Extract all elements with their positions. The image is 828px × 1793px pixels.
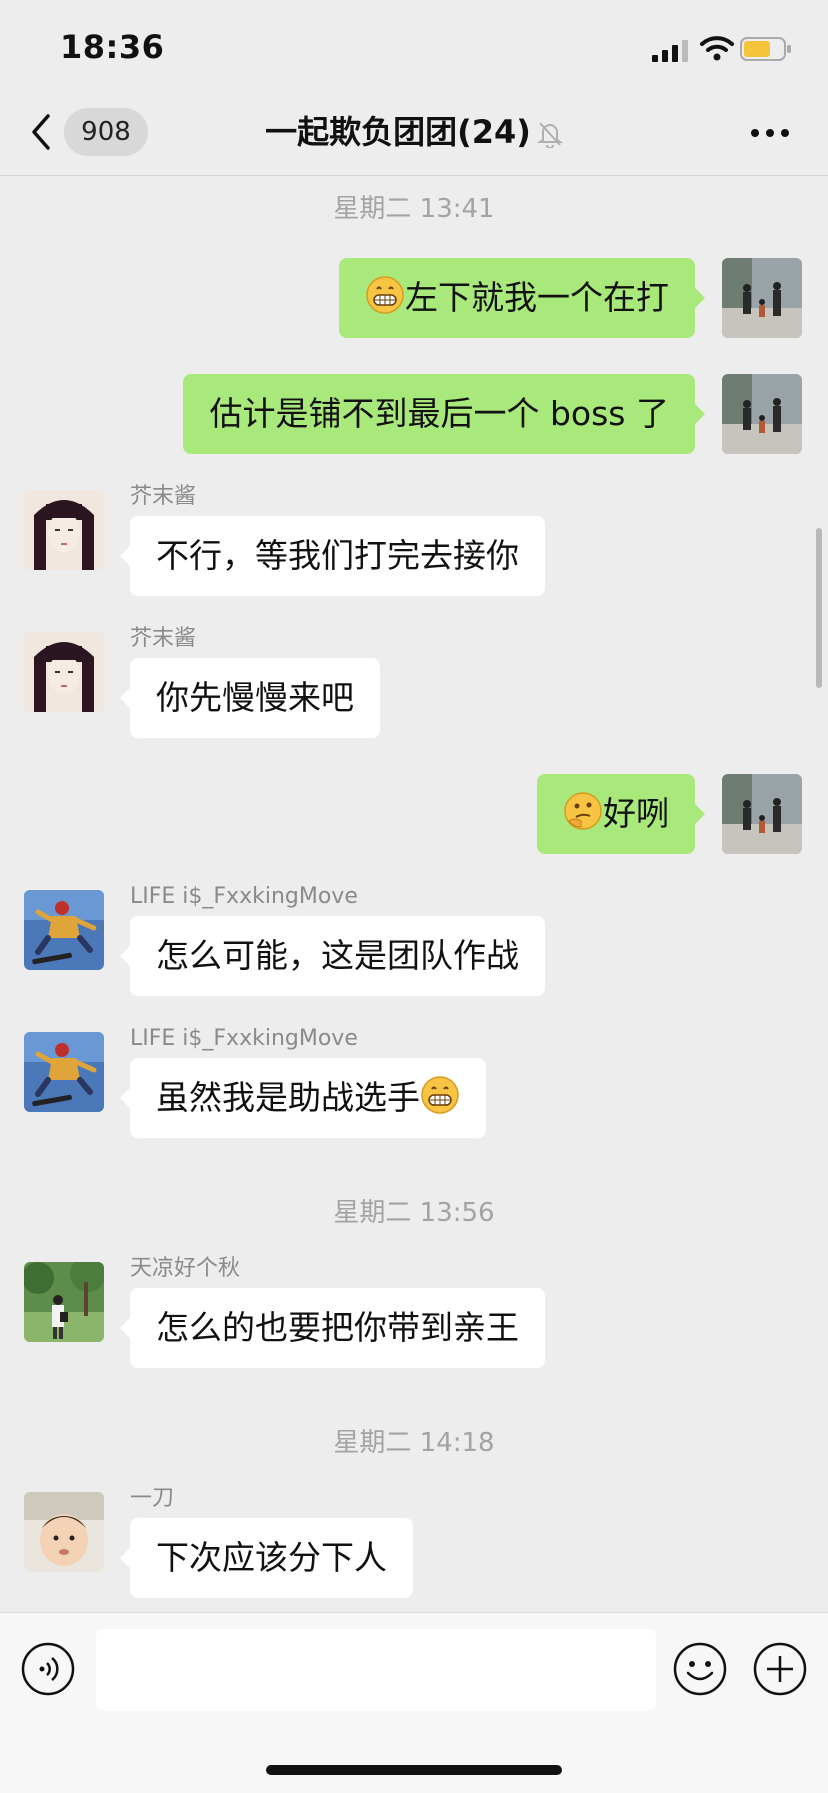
sender-name: LIFE i$_FxxkingMove <box>130 884 358 909</box>
status-time: 18:36 <box>60 28 165 66</box>
message-bubble-incoming[interactable]: 你先慢慢来吧 <box>120 658 380 738</box>
skateboarder-avatar-icon <box>24 1032 104 1112</box>
sender-name: 一刀 <box>130 1486 175 1511</box>
sender-name: 芥末酱 <box>130 484 197 509</box>
sender-name: LIFE i$_FxxkingMove <box>130 1026 358 1051</box>
message-bubble-outgoing[interactable]: 估计是铺不到最后一个 boss 了 <box>183 374 705 454</box>
message-timestamp: 星期二 13:56 <box>333 1198 495 1228</box>
page-title: 一起欺负团团(24) <box>265 113 531 151</box>
message-input[interactable] <box>96 1629 656 1711</box>
battery-icon <box>740 37 791 61</box>
scrollbar[interactable] <box>816 528 822 688</box>
sender-avatar[interactable] <box>24 1492 104 1572</box>
family-photo-icon <box>722 258 802 338</box>
sender-avatar[interactable] <box>24 1262 104 1342</box>
sender-avatar[interactable] <box>24 490 104 570</box>
grin-emoji-icon <box>366 276 404 314</box>
message-bubble-incoming[interactable]: 虽然我是助战选手 <box>120 1058 486 1138</box>
message-bubble-outgoing[interactable]: 左下就我一个在打 <box>339 258 705 338</box>
message-text: 虽然我是助战选手 <box>156 1078 420 1117</box>
emoji-button-icon[interactable] <box>672 1641 728 1697</box>
my-avatar[interactable] <box>722 374 802 454</box>
chat-header: 908 一起欺负团团(24) <box>0 100 828 176</box>
message-text: 好咧 <box>603 794 669 833</box>
anime-girl-avatar-icon <box>24 490 104 570</box>
chat-title-wrap: 一起欺负团团(24) <box>0 110 828 154</box>
message-bubble-incoming[interactable]: 怎么可能，这是团队作战 <box>120 916 545 996</box>
thinking-emoji-icon <box>564 792 602 830</box>
message-text: 你先慢慢来吧 <box>156 678 354 717</box>
message-timestamp: 星期二 13:41 <box>333 194 495 224</box>
plus-more-icon[interactable] <box>752 1641 808 1697</box>
message-bubble-incoming[interactable]: 不行，等我们打完去接你 <box>120 516 545 596</box>
message-bubble-incoming[interactable]: 下次应该分下人 <box>120 1518 413 1598</box>
voice-input-icon[interactable] <box>20 1641 76 1697</box>
more-options-icon[interactable] <box>750 128 790 138</box>
home-indicator[interactable] <box>266 1765 562 1775</box>
park-photo-avatar-icon <box>24 1262 104 1342</box>
message-bubble-incoming[interactable]: 怎么的也要把你带到亲王 <box>120 1288 545 1368</box>
family-photo-icon <box>722 374 802 454</box>
sender-name: 天凉好个秋 <box>130 1256 241 1281</box>
message-timestamp: 星期二 14:18 <box>333 1428 495 1458</box>
wifi-icon <box>700 36 734 61</box>
message-text: 不行，等我们打完去接你 <box>156 536 519 575</box>
message-bubble-outgoing[interactable]: 好咧 <box>537 774 705 854</box>
baby-photo-avatar-icon <box>24 1492 104 1572</box>
mute-bell-icon <box>536 122 563 148</box>
sender-avatar[interactable] <box>24 890 104 970</box>
status-bar: 18:36 <box>0 0 828 100</box>
sender-avatar[interactable] <box>24 1032 104 1112</box>
family-photo-icon <box>722 774 802 854</box>
message-text: 下次应该分下人 <box>156 1538 387 1577</box>
message-text: 怎么可能，这是团队作战 <box>156 936 519 975</box>
message-text: 估计是铺不到最后一个 boss 了 <box>209 394 669 433</box>
anime-girl-avatar-icon <box>24 632 104 712</box>
message-text: 左下就我一个在打 <box>405 278 669 317</box>
skateboarder-avatar-icon <box>24 890 104 970</box>
sender-avatar[interactable] <box>24 632 104 712</box>
my-avatar[interactable] <box>722 774 802 854</box>
grin-emoji-icon <box>421 1076 459 1114</box>
message-text: 怎么的也要把你带到亲王 <box>156 1308 519 1347</box>
cellular-signal-icon <box>652 40 688 62</box>
sender-name: 芥末酱 <box>130 626 197 651</box>
my-avatar[interactable] <box>722 258 802 338</box>
